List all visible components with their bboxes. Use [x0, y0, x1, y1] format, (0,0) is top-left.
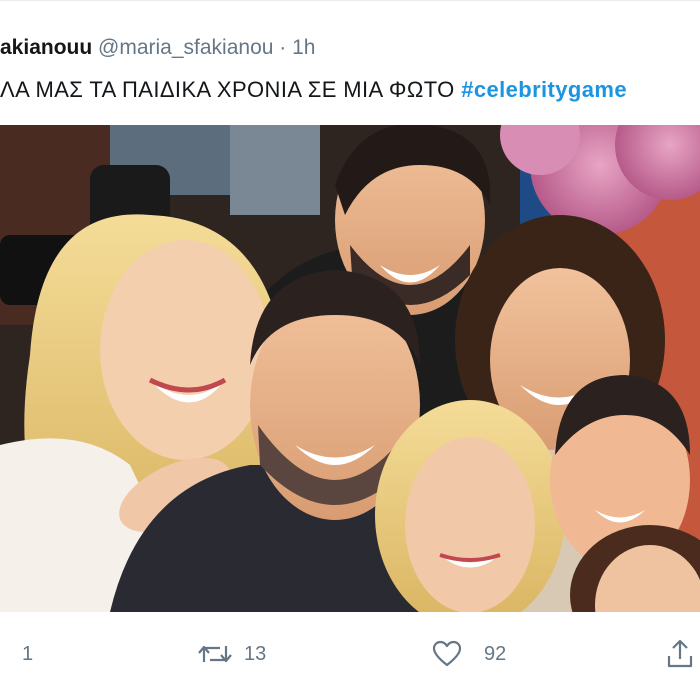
tweet-text: ΛΑ ΜΑΣ ΤΑ ΠΑΙΔΙΚΑ ΧΡΟΝΙΑ ΣΕ ΜΙΑ ΦΩΤΟ #ce…	[0, 72, 627, 108]
top-divider	[0, 0, 700, 1]
heart-icon	[432, 640, 462, 667]
tweet-timestamp[interactable]: 1h	[292, 36, 315, 59]
hashtag-link[interactable]: #celebritygame	[461, 77, 627, 102]
separator-dot: ·	[279, 36, 287, 59]
author-handle[interactable]: @maria_sfakianou	[98, 36, 273, 59]
retweet-action[interactable]: 13	[198, 630, 266, 678]
tweet-header: akianouu @maria_sfakianou · 1h	[0, 28, 315, 68]
like-action[interactable]: 92	[432, 630, 506, 678]
reply-action[interactable]: 1	[0, 630, 33, 678]
tweet-actions: 1 13 92	[0, 630, 700, 678]
retweet-count: 13	[244, 642, 267, 665]
share-icon	[667, 639, 693, 668]
retweet-icon	[198, 645, 232, 663]
tweet-photo[interactable]	[0, 125, 700, 612]
tweet-body-text: ΛΑ ΜΑΣ ΤΑ ΠΑΙΔΙΚΑ ΧΡΟΝΙΑ ΣΕ ΜΙΑ ΦΩΤΟ	[0, 77, 462, 102]
share-action[interactable]	[666, 630, 694, 678]
group-selfie-photo	[0, 125, 700, 612]
like-count: 92	[484, 642, 507, 665]
author-name[interactable]: akianouu	[0, 36, 92, 59]
reply-count: 1	[22, 642, 34, 665]
